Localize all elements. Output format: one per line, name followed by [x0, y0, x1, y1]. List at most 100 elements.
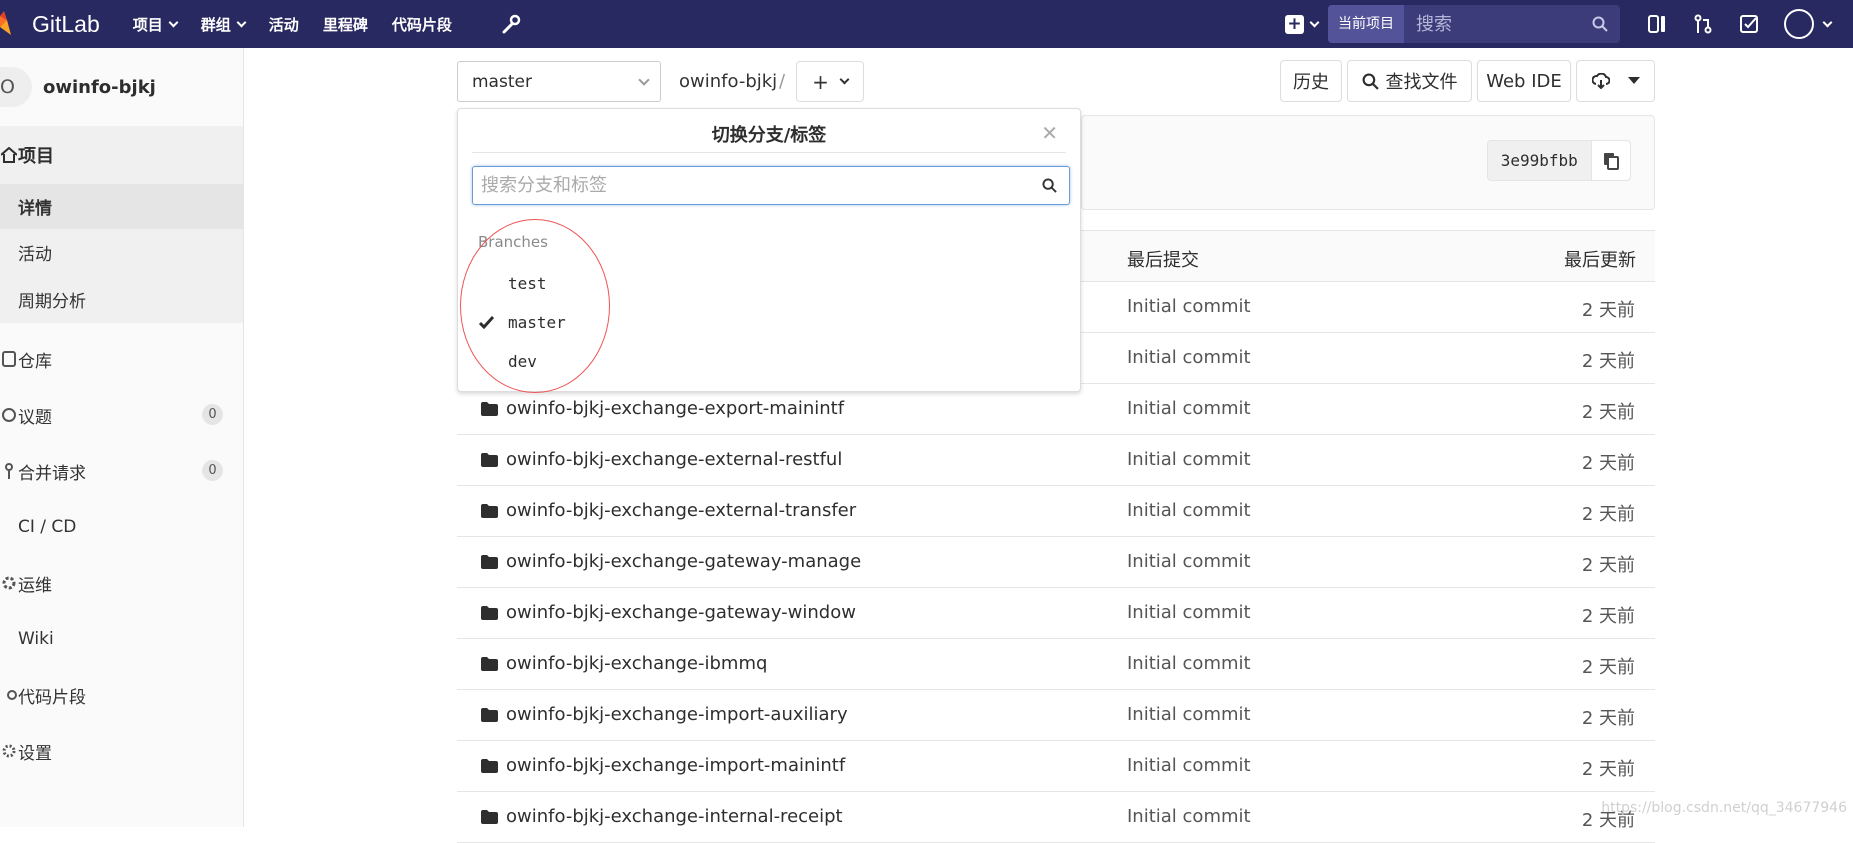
- download-dropdown-button[interactable]: [1576, 60, 1655, 102]
- file-name-cell[interactable]: owinfo-bjkj-exchange-external-transfer: [481, 500, 856, 521]
- search-scope-badge[interactable]: 当前项目: [1328, 5, 1404, 43]
- file-name-cell[interactable]: owinfo-bjkj-exchange-import-mainintf: [481, 755, 845, 776]
- copy-sha-button[interactable]: [1590, 141, 1630, 180]
- project-name: owinfo-bjkj: [43, 76, 156, 98]
- file-name-cell[interactable]: owinfo-bjkj-exchange-internal-receipt: [481, 806, 843, 827]
- last-commit-cell[interactable]: Initial commit: [1127, 755, 1251, 776]
- merge-request-icon[interactable]: [1692, 13, 1714, 35]
- folder-icon: [481, 656, 498, 671]
- find-file-button[interactable]: 查找文件: [1347, 60, 1472, 102]
- file-name: owinfo-bjkj-exchange-external-transfer: [506, 500, 857, 521]
- table-row[interactable]: owinfo-bjkj-exchange-gateway-manage Initi…: [457, 537, 1655, 588]
- file-name-cell[interactable]: owinfo-bjkj-exchange-gateway-window: [481, 602, 856, 623]
- nav-milestones[interactable]: 里程碑: [323, 14, 368, 35]
- file-name-cell[interactable]: owinfo-bjkj-exchange-import-auxiliary: [481, 704, 848, 725]
- file-name: owinfo-bjkj-exchange-external-restful: [506, 449, 843, 470]
- file-name: owinfo-bjkj-exchange-ibmmq: [506, 653, 768, 674]
- last-commit-cell[interactable]: Initial commit: [1127, 398, 1251, 419]
- caret-down-icon: [1627, 77, 1640, 84]
- table-row[interactable]: owinfo-bjkj-exchange-internal-receipt Ini…: [457, 792, 1655, 843]
- search-icon: [1362, 73, 1379, 90]
- history-button[interactable]: 历史: [1280, 60, 1342, 102]
- close-icon[interactable]: ✕: [1041, 121, 1058, 145]
- sidebar-sub-activity[interactable]: 活动: [0, 229, 243, 276]
- last-commit-cell[interactable]: Initial commit: [1127, 500, 1251, 521]
- table-row[interactable]: owinfo-bjkj-exchange-external-transfer In…: [457, 486, 1655, 537]
- sidebar-item-label: 仓库: [18, 351, 52, 372]
- table-row[interactable]: owinfo-bjkj-exchange-external-restful Ini…: [457, 435, 1655, 486]
- gear-icon: [0, 743, 17, 759]
- last-commit-cell[interactable]: Initial commit: [1127, 296, 1251, 317]
- table-row[interactable]: owinfo-bjkj-exchange-gateway-window Initi…: [457, 588, 1655, 639]
- sidebar-item-wiki[interactable]: Wiki: [0, 611, 243, 667]
- web-ide-button[interactable]: Web IDE: [1477, 60, 1571, 102]
- file-name-cell[interactable]: owinfo-bjkj-exchange-external-restful: [481, 449, 842, 470]
- sidebar: O owinfo-bjkj 项目 详情 活动 周期分析 仓库 议题 0 合并请求…: [0, 48, 244, 827]
- gitlab-logo[interactable]: GitLab: [0, 0, 100, 48]
- sidebar-item-operations[interactable]: 运维: [0, 555, 243, 611]
- chevron-down-icon: [1309, 17, 1320, 27]
- commit-sha[interactable]: 3e99bfbb: [1488, 141, 1591, 180]
- nav-groups[interactable]: 群组: [201, 14, 247, 35]
- todo-check-icon[interactable]: [1738, 13, 1760, 35]
- search-box: 当前项目: [1328, 5, 1620, 43]
- add-to-tree-button[interactable]: +: [796, 61, 864, 102]
- folder-icon: [481, 401, 498, 416]
- sidebar-item-project[interactable]: 项目: [0, 126, 243, 184]
- plus-icon: +: [1285, 14, 1304, 34]
- sidebar-item-settings[interactable]: 设置: [0, 723, 243, 779]
- sidebar-item-issues[interactable]: 议题 0: [0, 387, 243, 443]
- folder-icon: [481, 605, 498, 620]
- sidebar-item-repository[interactable]: 仓库: [0, 331, 243, 387]
- nav-projects[interactable]: 项目: [132, 14, 179, 35]
- sidebar-sub-details[interactable]: 详情: [0, 184, 243, 229]
- last-commit-cell[interactable]: Initial commit: [1127, 347, 1251, 368]
- nav-activity[interactable]: 活动: [269, 14, 299, 35]
- folder-icon: [481, 758, 498, 773]
- table-row[interactable]: owinfo-bjkj-exchange-import-mainintf Init…: [457, 741, 1655, 792]
- branch-search-input[interactable]: [473, 168, 1023, 203]
- sidebar-sub-cycle-analytics[interactable]: 周期分析: [0, 276, 243, 323]
- file-name-cell[interactable]: owinfo-bjkj-exchange-gateway-manage: [481, 551, 861, 572]
- issues-count-badge: 0: [202, 404, 223, 425]
- dropdown-divider: [472, 152, 1066, 153]
- breadcrumb-project[interactable]: owinfo-bjkj: [679, 71, 777, 92]
- last-commit-cell[interactable]: Initial commit: [1127, 551, 1251, 572]
- sidebar-item-merge-requests[interactable]: 合并请求 0: [0, 443, 243, 499]
- branch-select[interactable]: master: [457, 61, 661, 102]
- todo-sidebar-icon[interactable]: [1646, 13, 1668, 35]
- branch-select-value: master: [472, 71, 532, 92]
- user-avatar[interactable]: [1784, 9, 1814, 39]
- last-commit-cell[interactable]: Initial commit: [1127, 449, 1251, 470]
- top-navbar: GitLab 项目 群组 活动 里程碑 代码片段 + 当前项目: [0, 0, 1853, 48]
- commit-sha-group: 3e99bfbb: [1487, 140, 1631, 181]
- file-name: owinfo-bjkj-exchange-gateway-window: [506, 602, 856, 623]
- last-update-cell: 2 天前: [1581, 351, 1635, 372]
- last-update-cell: 2 天前: [1581, 708, 1635, 729]
- folder-icon: [481, 503, 498, 518]
- new-dropdown[interactable]: +: [1285, 14, 1320, 34]
- last-commit-cell[interactable]: Initial commit: [1127, 653, 1251, 674]
- sidebar-item-label: 运维: [18, 575, 52, 596]
- sidebar-item-ci-cd[interactable]: CI / CD: [0, 499, 243, 555]
- last-commit-cell[interactable]: Initial commit: [1127, 806, 1251, 827]
- wrench-icon[interactable]: [500, 13, 522, 35]
- sidebar-item-snippets[interactable]: 代码片段: [0, 667, 243, 723]
- last-update-cell: 2 天前: [1581, 504, 1635, 525]
- last-commit-cell[interactable]: Initial commit: [1127, 704, 1251, 725]
- nav-snippets[interactable]: 代码片段: [392, 14, 452, 35]
- file-name-cell[interactable]: owinfo-bjkj-exchange-ibmmq: [481, 653, 767, 674]
- last-commit-cell[interactable]: Initial commit: [1127, 602, 1251, 623]
- last-update-cell: 2 天前: [1581, 453, 1635, 474]
- table-row[interactable]: owinfo-bjkj-exchange-ibmmq Initial commit…: [457, 639, 1655, 690]
- file-name-cell[interactable]: owinfo-bjkj-exchange-export-mainintf: [481, 398, 844, 419]
- table-row[interactable]: owinfo-bjkj-exchange-import-auxiliary Ini…: [457, 690, 1655, 741]
- search-input[interactable]: [1404, 5, 1592, 43]
- nav-projects-label: 项目: [132, 15, 163, 34]
- file-name: owinfo-bjkj-exchange-gateway-manage: [506, 551, 862, 572]
- sidebar-project-header[interactable]: O owinfo-bjkj: [0, 48, 243, 126]
- chevron-down-icon: [839, 74, 850, 85]
- chevron-down-icon: [236, 17, 247, 27]
- issues-icon: [0, 407, 17, 423]
- tanuki-icon: [0, 11, 11, 35]
